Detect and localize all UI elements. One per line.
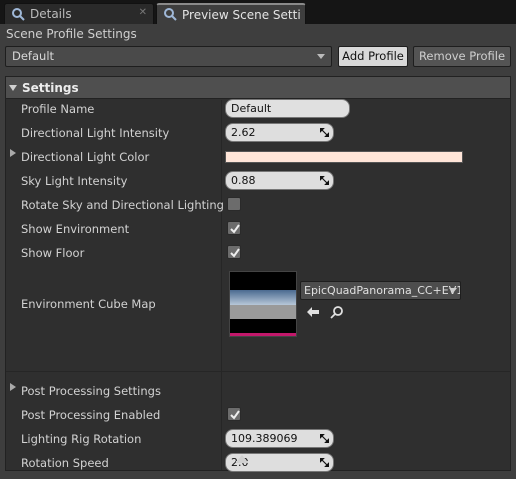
tab-bar: Details ✕ Preview Scene Setti [0,0,516,24]
checkmark-icon [230,410,240,420]
magnifier-icon [163,7,178,22]
post-processing-enabled-label: Post Processing Enabled [21,408,161,422]
details-panel: Settings Profile Name Default Directiona… [5,76,511,472]
tab-preview-scene-settings[interactable]: Preview Scene Setti [156,3,306,24]
close-icon[interactable]: ✕ [139,7,147,18]
thumbnail-floor [230,305,296,319]
show-environment-checkbox[interactable] [227,221,241,235]
row-environment-cube-map: Environment Cube Map EpicQuadPanorama_CC… [6,265,510,347]
rotate-sky-label: Rotate Sky and Directional Lighting [21,198,224,212]
profile-select-value: Default [12,49,55,63]
sky-light-intensity-value: 0.88 [231,174,256,187]
lighting-rig-rotation-value: 109.389069 [231,432,298,445]
row-sky-light-intensity: Sky Light Intensity 0.88 [6,169,510,193]
rotate-sky-checkbox[interactable] [227,197,241,211]
chevron-down-icon [317,54,325,59]
post-processing-enabled-checkbox[interactable] [227,407,241,421]
show-floor-checkbox[interactable] [227,245,241,259]
row-post-processing-enabled: Post Processing Enabled [6,403,510,427]
sky-light-intensity-label: Sky Light Intensity [21,174,128,188]
directional-light-intensity-field[interactable]: 2.62 [225,123,334,142]
cube-map-asset-picker[interactable]: EpicQuadPanorama_CC+EV1 [300,281,461,300]
sky-light-intensity-field[interactable]: 0.88 [225,171,334,190]
directional-light-color-label: Directional Light Color [21,150,150,164]
thumbnail-sky [230,290,296,305]
row-rotate-sky: Rotate Sky and Directional Lighting [6,193,510,217]
directional-light-intensity-value: 2.62 [231,126,256,139]
use-selected-arrow-icon[interactable] [306,305,320,319]
cube-map-thumbnail[interactable] [229,271,297,337]
settings-header-label: Settings [22,80,79,95]
directional-light-color-swatch[interactable] [225,151,463,163]
row-show-floor: Show Floor [6,241,510,265]
profile-name-input[interactable]: Default [225,99,350,118]
show-floor-label: Show Floor [21,246,85,260]
expand-arrow-icon[interactable] [10,149,16,157]
resize-arrows-icon [320,176,329,185]
section-divider [6,371,510,372]
row-directional-light-intensity: Directional Light Intensity 2.62 [6,121,510,145]
show-environment-label: Show Environment [21,222,130,236]
thumbnail-asset-stripe [230,333,296,336]
checkmark-icon [230,248,240,258]
post-processing-settings-label: Post Processing Settings [21,384,161,398]
row-rotation-speed: Rotation Speed 2.0 [6,451,510,475]
row-lighting-rig-rotation: Lighting Rig Rotation 109.389069 [6,427,510,451]
tab-preview-label: Preview Scene Setti [182,7,301,22]
row-directional-light-color: Directional Light Color [6,145,510,169]
collapse-icon [9,84,17,91]
row-show-environment: Show Environment [6,217,510,241]
row-post-processing-settings: Post Processing Settings [6,379,510,403]
magnifier-icon [11,7,26,22]
chevron-down-icon [449,288,457,293]
remove-profile-button[interactable]: Remove Profile [413,46,511,67]
lighting-rig-rotation-field[interactable]: 109.389069 [225,429,334,448]
directional-light-intensity-label: Directional Light Intensity [21,126,170,140]
rotation-speed-label: Rotation Speed [21,456,109,470]
browse-magnifier-icon[interactable] [330,305,344,319]
resize-arrows-icon [320,128,329,137]
scene-profile-settings-label: Scene Profile Settings [6,27,137,41]
add-profile-button[interactable]: Add Profile [338,46,408,67]
checkmark-icon [230,224,240,234]
resize-arrows-icon [320,434,329,443]
tab-details-label: Details [30,7,72,21]
expand-arrow-icon[interactable] [10,383,16,391]
preview-scene-settings-panel: Scene Profile Settings Default Add Profi… [0,24,516,479]
environment-cube-map-label: Environment Cube Map [21,297,156,311]
settings-section-header[interactable]: Settings [6,77,510,99]
resize-arrows-icon [320,458,329,467]
collapse-up-bar [236,461,248,463]
tab-details[interactable]: Details ✕ [4,3,154,24]
cube-map-asset-name: EpicQuadPanorama_CC+EV1 [304,284,461,297]
profile-select[interactable]: Default [5,46,332,67]
row-profile-name: Profile Name Default [6,97,510,121]
profile-name-label: Profile Name [21,102,95,116]
lighting-rig-rotation-label: Lighting Rig Rotation [21,432,142,446]
